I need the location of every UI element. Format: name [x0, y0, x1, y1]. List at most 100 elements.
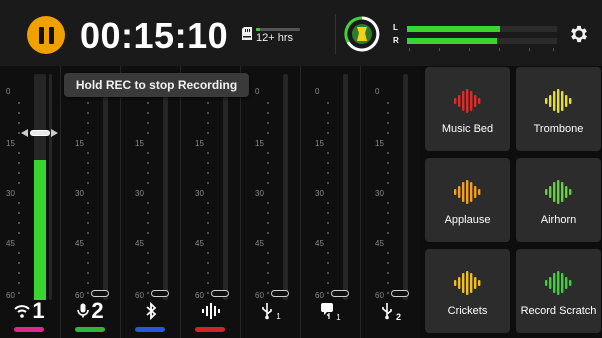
waveform-bar [453, 98, 456, 104]
channel-strip-5: 0 15 30 45 60 1 [240, 66, 299, 338]
scale-dot [387, 262, 389, 264]
fader-knob[interactable] [91, 290, 109, 297]
scale-tick: 0 [6, 87, 11, 96]
channel-label[interactable]: 2 [361, 297, 420, 325]
meter-left-label: L [393, 23, 398, 32]
pad-record-scratch[interactable]: Record Scratch [516, 249, 601, 333]
channel-label[interactable]: 2 [61, 297, 120, 325]
scale-dot [207, 202, 209, 204]
pad-applause[interactable]: Applause [425, 158, 510, 242]
scale-dot [207, 272, 209, 274]
scale-dot [207, 102, 209, 104]
fader-knob[interactable] [271, 290, 289, 297]
scale-tick: 30 [255, 189, 264, 198]
meter-scale [409, 48, 554, 51]
scale-dot [267, 102, 269, 104]
scale-dot [267, 202, 269, 204]
pad-music-bed[interactable]: Music Bed [425, 67, 510, 151]
scale-dot [147, 272, 149, 274]
scale-dot [18, 112, 20, 114]
usb-port-number: 2 [395, 312, 401, 322]
recording-timer: 00:15:10 [80, 15, 229, 56]
waveform-bar [457, 95, 460, 107]
channel-color-bar [75, 327, 105, 332]
fader-knob[interactable] [211, 290, 229, 297]
scale-dot [387, 272, 389, 274]
pad-trombone[interactable]: Trombone [516, 67, 601, 151]
waveform-bar [548, 277, 551, 289]
channel-label[interactable]: 1 [301, 297, 360, 325]
waveform-bar [564, 186, 567, 198]
scale-dot [267, 152, 269, 154]
rode-connect-icon[interactable] [344, 16, 380, 52]
scale-dot [267, 262, 269, 264]
channel-label[interactable] [181, 297, 240, 325]
scale-dot [327, 122, 329, 124]
scale-dot [147, 172, 149, 174]
waveform-bar [465, 180, 468, 204]
scale-dot [87, 122, 89, 124]
scale-dot [327, 272, 329, 274]
scale-dot [207, 122, 209, 124]
waveform-bar [473, 186, 476, 198]
scale-tick: 15 [195, 139, 204, 148]
scale-dot [267, 162, 269, 164]
waveform-bar [548, 186, 551, 198]
scale-tick: 15 [135, 139, 144, 148]
fader-knob[interactable] [30, 129, 50, 136]
waveform-bar [564, 277, 567, 289]
fader-knob[interactable] [331, 290, 349, 297]
fader-rail [343, 74, 348, 300]
waveform-icon [453, 89, 480, 113]
pause-record-button[interactable] [27, 16, 65, 54]
scale-tick: 45 [255, 239, 264, 248]
waveform-icon [544, 180, 571, 204]
pad-label: Airhorn [540, 214, 577, 226]
scale-dot [18, 232, 20, 234]
scale-dot [387, 232, 389, 234]
fader-knob[interactable] [151, 290, 169, 297]
channel-scale: 0 15 30 45 60 [181, 66, 211, 306]
channel-label[interactable]: 1 [0, 297, 59, 325]
channel-color-bar [14, 327, 44, 332]
scale-tick: 45 [6, 239, 15, 248]
scale-dot [387, 152, 389, 154]
scale-dot [207, 212, 209, 214]
waveform-icon [544, 89, 571, 113]
scale-dot [327, 232, 329, 234]
scale-dot [147, 222, 149, 224]
pad-crickets[interactable]: Crickets [425, 249, 510, 333]
fader-knob[interactable] [391, 290, 409, 297]
scale-dot [18, 202, 20, 204]
gear-icon[interactable] [568, 23, 590, 45]
scale-dot [207, 162, 209, 164]
scale-dot [18, 252, 20, 254]
waveform-bar [461, 273, 464, 293]
waveform-bar [461, 91, 464, 111]
scale-dot [327, 112, 329, 114]
recording-toast: Hold REC to stop Recording [64, 73, 249, 97]
waveform-bar [560, 273, 563, 293]
waveform-bar [544, 98, 547, 104]
channel-scale: 0 15 30 45 60 [0, 66, 30, 306]
scale-dot [147, 292, 149, 294]
channel-strip-3: 15 30 45 60 [120, 66, 179, 338]
scale-dot [87, 222, 89, 224]
scale-tick: 30 [75, 189, 84, 198]
scale-dot [87, 132, 89, 134]
scale-dot [207, 222, 209, 224]
channel-number: 1 [32, 298, 45, 323]
pad-airhorn[interactable]: Airhorn [516, 158, 601, 242]
waveform-bar [469, 273, 472, 293]
scale-dot [327, 262, 329, 264]
waveform-bar [477, 280, 480, 286]
storage-bar [256, 28, 300, 31]
channel-strip-1: 0 15 30 45 60 1 [0, 66, 59, 338]
scale-dot [147, 262, 149, 264]
mixer-panel: 0 15 30 45 60 1 15 30 45 60 2 15 30 45 6… [0, 66, 420, 338]
channel-label[interactable] [121, 297, 180, 325]
pad-label: Record Scratch [520, 305, 597, 317]
scale-dot [18, 272, 20, 274]
channel-label[interactable]: 1 [241, 297, 300, 325]
meter-left [407, 26, 557, 32]
